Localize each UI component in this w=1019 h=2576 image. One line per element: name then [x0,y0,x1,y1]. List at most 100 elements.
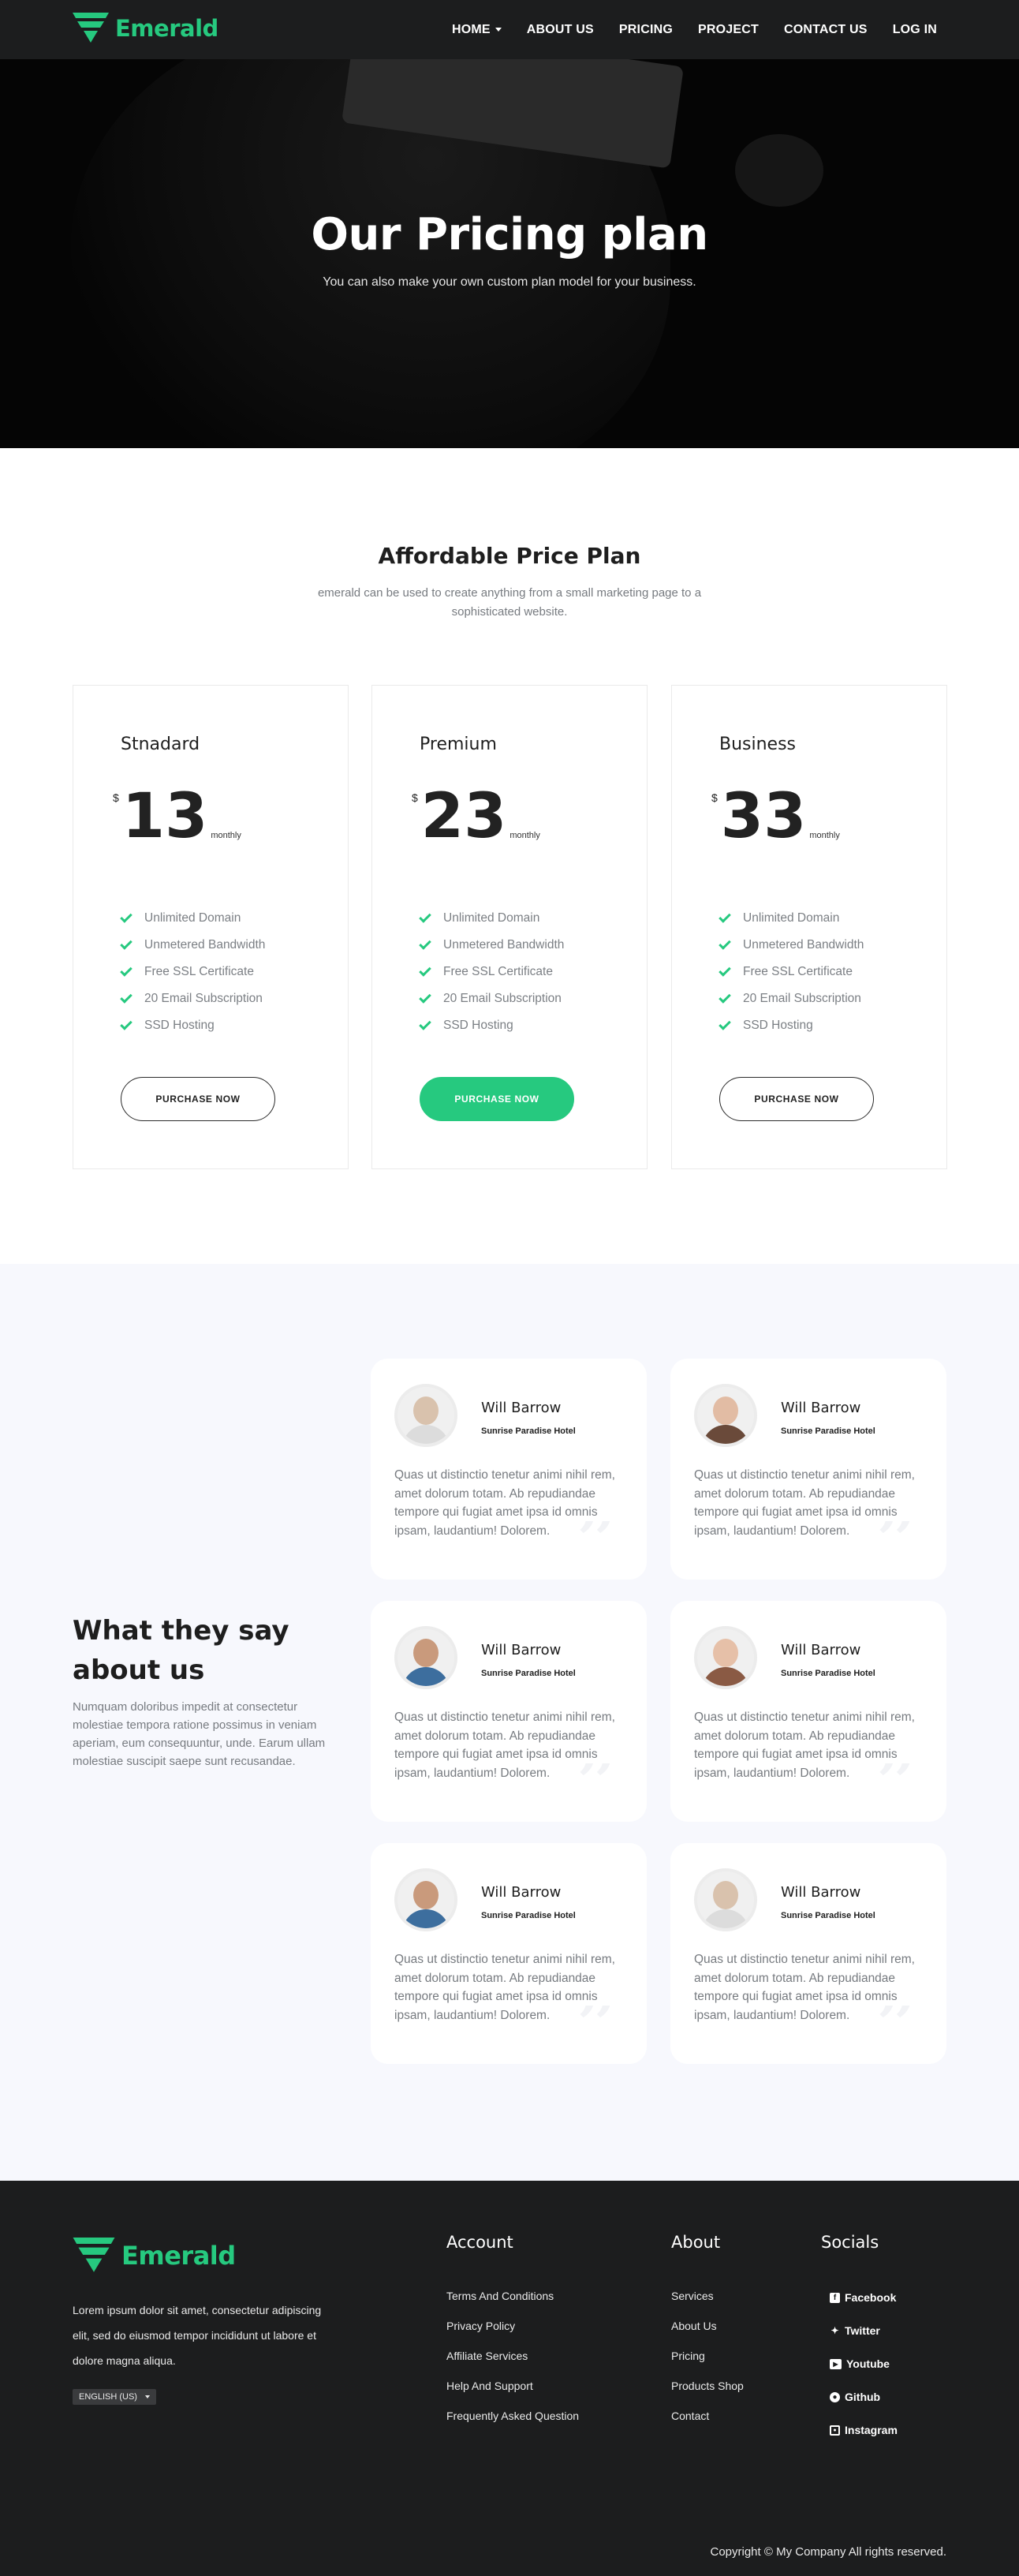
testimonial-hotel: Sunrise Paradise Hotel [781,1426,875,1436]
purchase-now-button[interactable]: PURCHASE NOW [121,1077,275,1121]
chevron-down-icon [144,2395,150,2398]
check-icon [419,1018,431,1030]
footer-account-title: Account [446,2233,513,2252]
footer-link-about-us[interactable]: About Us [671,2320,717,2332]
footer-link-contact[interactable]: Contact [671,2410,709,2422]
feature-item: Unlimited Domain [719,905,864,932]
plan-currency: $ [711,791,718,804]
nav-pricing[interactable]: PRICING [619,23,673,37]
purchase-now-button[interactable]: PURCHASE NOW [719,1077,874,1121]
social-label: Youtube [846,2357,890,2370]
testimonial-hotel: Sunrise Paradise Hotel [481,1426,576,1436]
feature-item: Free SSL Certificate [120,959,265,985]
avatar-head [713,1396,738,1425]
nav-home[interactable]: HOME [452,23,502,37]
feature-label: SSD Hosting [743,1019,813,1032]
footer-link-pricing[interactable]: Pricing [671,2350,705,2362]
feature-item: Unmetered Bandwidth [719,932,864,959]
testimonial-hotel: Sunrise Paradise Hotel [481,1669,576,1678]
feature-label: Unmetered Bandwidth [144,938,266,952]
plan-name: Premium [420,735,497,754]
testimonial-hotel: Sunrise Paradise Hotel [481,1911,576,1920]
footer-link-faq[interactable]: Frequently Asked Question [446,2410,579,2422]
social-label: Instagram [845,2424,898,2436]
check-icon [719,937,731,950]
avatar-head [413,1396,439,1425]
footer-about-title: About [671,2233,721,2252]
feature-label: 20 Email Subscription [443,992,562,1005]
nav-home-label: HOME [451,22,491,36]
hero-title: Our Pricing plan [311,209,708,260]
emerald-logo-icon [73,13,109,43]
footer-link-help[interactable]: Help And Support [446,2380,533,2392]
avatar [394,1868,457,1931]
plan-features: Unlimited Domain Unmetered Bandwidth Fre… [719,905,864,1039]
plan-period: monthly [809,831,840,840]
testimonial-card: Will Barrow Sunrise Paradise Hotel Quas … [371,1601,647,1822]
feature-item: Unmetered Bandwidth [419,932,564,959]
instagram-icon: ● [830,2425,840,2436]
quote-icon: ” [574,2006,618,2047]
brand-logo[interactable]: Emerald [73,13,218,44]
social-link-facebook[interactable]: f Facebook [830,2291,896,2304]
avatar-body [402,1667,450,1686]
language-selector[interactable]: ENGLISH (US) [73,2389,156,2405]
nav-contact-us[interactable]: CONTACT US [784,23,868,37]
check-icon [719,1018,731,1030]
avatar [694,1868,757,1931]
social-link-instagram[interactable]: ● Instagram [830,2424,898,2436]
footer-link-affiliate[interactable]: Affiliate Services [446,2350,528,2362]
quote-icon: ” [874,1521,918,1562]
check-icon [419,910,431,923]
plan-price: $ 33 monthly [711,786,840,847]
footer-logo[interactable]: Emerald [73,2238,236,2274]
social-link-twitter[interactable]: ✦ Twitter [830,2324,879,2337]
feature-item: SSD Hosting [719,1012,864,1039]
plan-features: Unlimited Domain Unmetered Bandwidth Fre… [120,905,266,1039]
feature-label: Unmetered Bandwidth [743,938,864,952]
hero-banner: Our Pricing plan You can also make your … [0,59,1019,448]
testimonial-card: Will Barrow Sunrise Paradise Hotel Quas … [670,1601,946,1822]
footer-link-products-shop[interactable]: Products Shop [671,2380,744,2392]
quote-icon: ” [874,1763,918,1804]
footer-brand-name: Emerald [121,2241,236,2271]
avatar-body [702,1425,749,1444]
chevron-down-icon [495,28,502,32]
feature-item: 20 Email Subscription [419,985,564,1012]
hero-mouse-shape [735,134,823,207]
testimonial-hotel: Sunrise Paradise Hotel [781,1911,875,1920]
check-icon [719,910,731,923]
plan-period: monthly [510,831,540,840]
footer-link-services[interactable]: Services [671,2290,714,2302]
nav-project[interactable]: PROJECT [698,23,759,37]
feature-item: Free SSL Certificate [719,959,864,985]
feature-item: Unmetered Bandwidth [120,932,266,959]
footer-link-terms[interactable]: Terms And Conditions [446,2290,554,2302]
plan-features: Unlimited Domain Unmetered Bandwidth Fre… [419,905,564,1039]
testimonial-card: Will Barrow Sunrise Paradise Hotel Quas … [371,1359,647,1580]
feature-label: 20 Email Subscription [743,992,861,1005]
youtube-icon: ▶ [830,2358,842,2369]
check-icon [120,991,133,1004]
feature-label: Unlimited Domain [144,911,241,925]
quote-icon: ” [874,2006,918,2047]
plan-currency: $ [412,791,418,804]
testimonial-card: Will Barrow Sunrise Paradise Hotel Quas … [670,1359,946,1580]
avatar-body [402,1909,450,1928]
check-icon [719,991,731,1004]
plan-price: $ 23 monthly [412,786,540,847]
footer-link-privacy[interactable]: Privacy Policy [446,2320,515,2332]
social-link-youtube[interactable]: ▶ Youtube [830,2357,890,2370]
purchase-now-button[interactable]: PURCHASE NOW [420,1077,574,1121]
nav-log-in[interactable]: LOG IN [893,23,937,37]
plan-currency: $ [113,791,119,804]
plan-price: $ 13 monthly [113,786,241,847]
check-icon [419,991,431,1004]
feature-label: 20 Email Subscription [144,992,263,1005]
social-link-github[interactable]: ● Github [830,2391,880,2403]
nav-about-us[interactable]: ABOUT US [527,23,594,37]
check-icon [120,964,133,977]
avatar-body [702,1667,749,1686]
avatar-head [713,1639,738,1667]
avatar [694,1384,757,1447]
